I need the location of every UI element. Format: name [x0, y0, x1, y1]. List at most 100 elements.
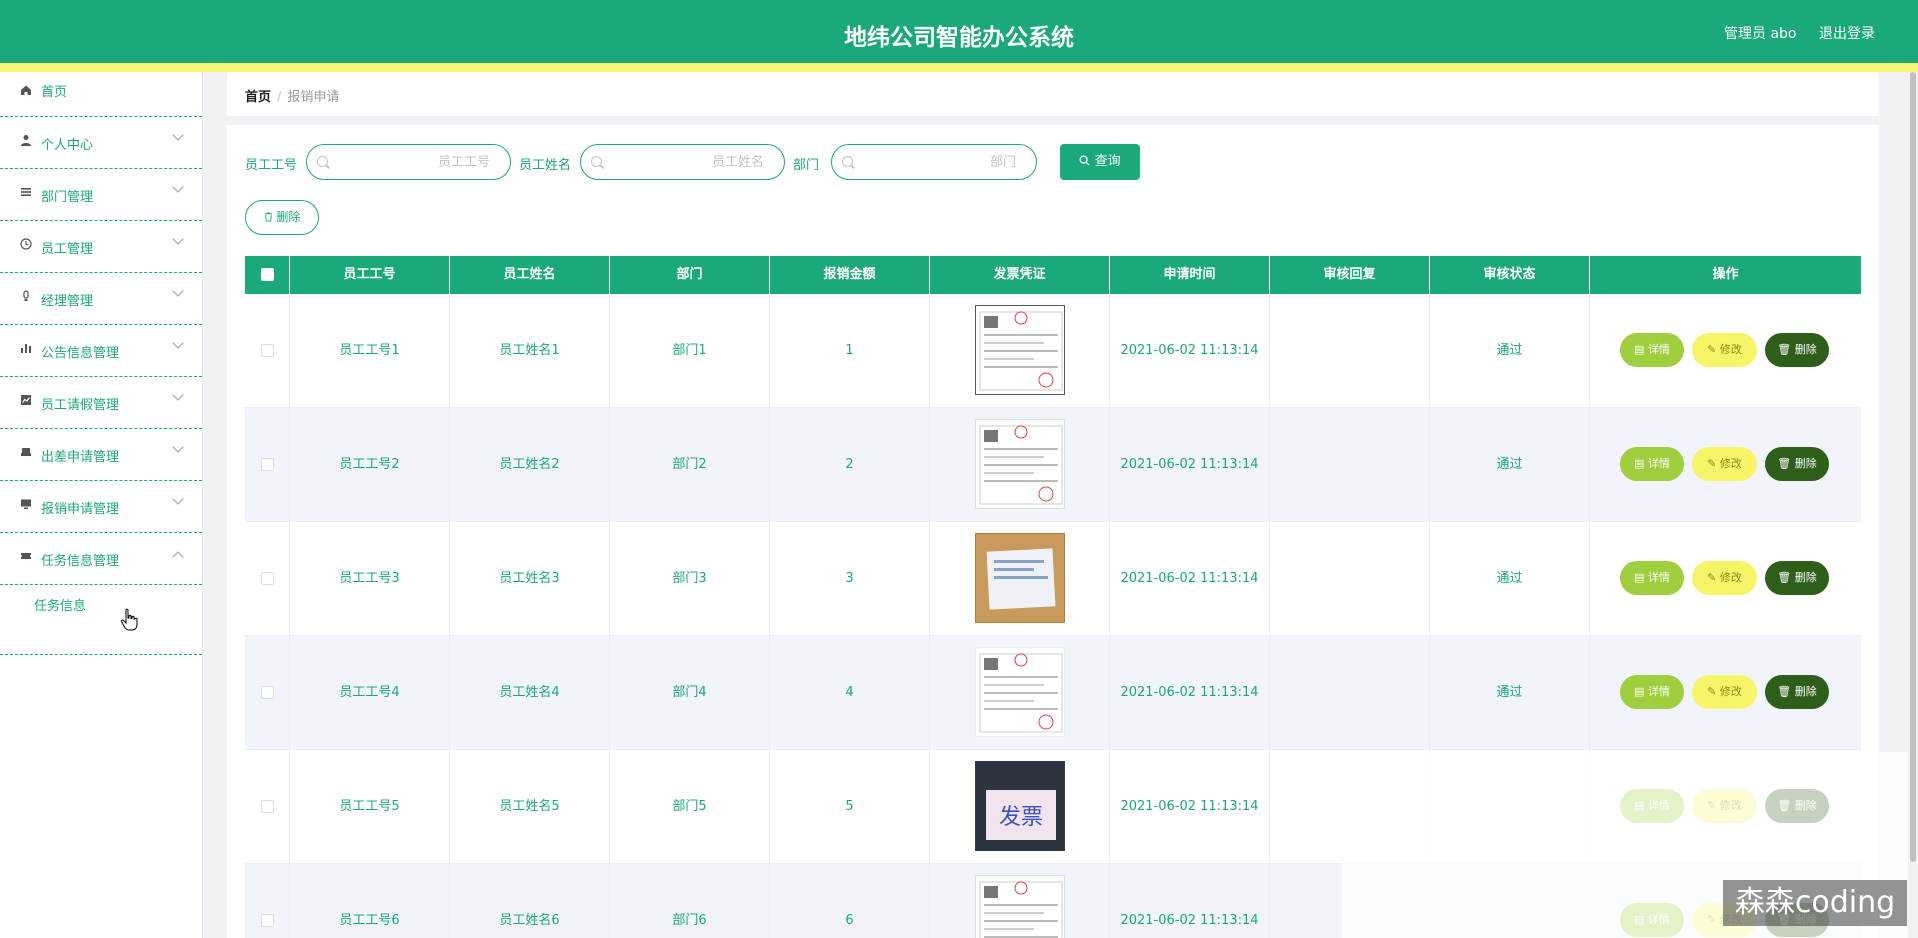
detail-label: 详情 — [1647, 457, 1670, 470]
search-input-department[interactable] — [831, 144, 1037, 180]
batch-delete-button[interactable]: 删除 — [245, 200, 319, 235]
delete-button[interactable]: 🗑 删除 — [1765, 333, 1829, 367]
header-department: 部门 — [610, 256, 770, 294]
sidebar: 首页 个人中心 部门管理 员工管理 经理管理 公告信息管理 员工请假管理 出差申… — [0, 72, 203, 938]
cell-invoice: 发票 — [930, 750, 1110, 864]
sidebar-item-employee[interactable]: 员工管理 — [0, 221, 202, 273]
row-select-cell[interactable] — [245, 636, 290, 750]
sidebar-item-notice[interactable]: 公告信息管理 — [0, 325, 202, 377]
select-all-checkbox[interactable] — [260, 268, 274, 281]
list-icon — [19, 185, 33, 199]
cell-employee-id: 员工工号3 — [290, 522, 450, 636]
invoice-image[interactable] — [975, 647, 1065, 737]
cell-employee-id: 员工工号1 — [290, 294, 450, 408]
search-icon — [317, 156, 328, 167]
cell-review-reply — [1270, 294, 1430, 408]
sidebar-item-label: 报销申请管理 — [41, 502, 120, 517]
row-checkbox[interactable] — [260, 914, 274, 927]
delete-button[interactable]: 🗑 删除 — [1765, 675, 1829, 709]
detail-button[interactable]: ▤ 详情 — [1620, 675, 1684, 709]
row-checkbox[interactable] — [260, 344, 274, 357]
sidebar-item-label: 部门管理 — [41, 190, 94, 205]
row-checkbox[interactable] — [260, 458, 274, 471]
header-select-all[interactable] — [245, 256, 290, 294]
row-checkbox[interactable] — [260, 800, 274, 813]
invoice-image[interactable] — [975, 533, 1065, 623]
query-button-label: 查询 — [1094, 154, 1121, 169]
delete-button[interactable]: 🗑 删除 — [1765, 447, 1829, 481]
sidebar-item-manager[interactable]: 经理管理 — [0, 273, 202, 325]
chevron-down-icon — [172, 285, 184, 297]
cell-review-reply — [1270, 636, 1430, 750]
query-button[interactable]: 查询 — [1060, 144, 1140, 180]
sidebar-item-business-trip[interactable]: 出差申请管理 — [0, 429, 202, 481]
top-header: 地纬公司智能办公系统 管理员 abo 退出登录 — [0, 0, 1918, 63]
header-accent-bar — [0, 63, 1918, 72]
sidebar-item-reimbursement[interactable]: 报销申请管理 — [0, 481, 202, 533]
breadcrumb: 首页 / 报销申请 — [245, 86, 339, 105]
sidebar-item-task[interactable]: 任务信息管理 — [0, 533, 202, 585]
invoice-image[interactable] — [975, 875, 1065, 938]
search-icon — [1079, 155, 1090, 166]
row-select-cell[interactable] — [245, 294, 290, 408]
submenu-item-task-info[interactable]: 任务信息 — [34, 595, 86, 614]
user-name: 管理员 abo — [1724, 26, 1797, 42]
search-input-employee-name[interactable] — [580, 144, 785, 180]
delete-label: 删除 — [1794, 685, 1817, 698]
sidebar-item-leave[interactable]: 员工请假管理 — [0, 377, 202, 429]
search-label-dept: 部门 — [793, 158, 820, 173]
cell-employee-name: 员工姓名4 — [450, 636, 610, 750]
row-checkbox[interactable] — [260, 686, 274, 699]
edit-button[interactable]: ✎ 修改 — [1692, 447, 1757, 481]
invoice-image[interactable]: 发票 — [975, 761, 1065, 851]
trash-icon: 🗑 — [1777, 343, 1795, 356]
edit-button[interactable]: ✎ 修改 — [1692, 333, 1757, 367]
detail-button[interactable]: ▤ 详情 — [1620, 333, 1684, 367]
breadcrumb-home[interactable]: 首页 — [245, 90, 271, 105]
sidebar-item-personal-center[interactable]: 个人中心 — [0, 117, 202, 169]
cell-employee-name: 员工姓名1 — [450, 294, 610, 408]
page-scrollbar[interactable] — [1908, 72, 1918, 938]
cell-invoice — [930, 864, 1110, 938]
row-select-cell[interactable] — [245, 750, 290, 864]
detail-icon: ▤ — [1634, 685, 1648, 698]
row-select-cell[interactable] — [245, 522, 290, 636]
header-invoice: 发票凭证 — [930, 256, 1110, 294]
detail-button[interactable]: ▤ 详情 — [1620, 561, 1684, 595]
scrollbar-thumb[interactable] — [1910, 72, 1916, 862]
row-actions: ▤ 详情✎ 修改🗑 删除 — [1590, 636, 1860, 750]
detail-button[interactable]: ▤ 详情 — [1620, 447, 1684, 481]
search-field-employee-id[interactable] — [335, 151, 490, 173]
row-select-cell[interactable] — [245, 864, 290, 938]
sidebar-item-label: 员工请假管理 — [41, 398, 120, 413]
sidebar-item-label: 任务信息管理 — [41, 554, 120, 569]
row-select-cell[interactable] — [245, 408, 290, 522]
logout-link[interactable]: 退出登录 — [1819, 23, 1875, 43]
chevron-down-icon — [172, 389, 184, 401]
header-amount: 报销金额 — [770, 256, 930, 294]
invoice-image[interactable] — [975, 305, 1065, 395]
search-input-employee-id[interactable] — [306, 144, 511, 180]
breadcrumb-bar: 首页 / 报销申请 — [227, 72, 1879, 116]
breadcrumb-current: 报销申请 — [287, 90, 340, 105]
row-checkbox[interactable] — [260, 572, 274, 585]
edit-button[interactable]: ✎ 修改 — [1692, 675, 1757, 709]
sidebar-item-home[interactable]: 首页 — [0, 72, 202, 117]
ticket-icon — [19, 549, 33, 563]
sidebar-item-department[interactable]: 部门管理 — [0, 169, 202, 221]
task-submenu: 任务信息 — [0, 585, 202, 655]
search-field-department[interactable] — [860, 151, 1016, 173]
trash-icon — [264, 212, 272, 222]
user-icon — [19, 133, 33, 147]
cell-department: 部门6 — [610, 864, 770, 938]
cell-amount: 3 — [770, 522, 930, 636]
chevron-down-icon — [172, 233, 184, 245]
chevron-down-icon — [172, 337, 184, 349]
delete-button[interactable]: 🗑 删除 — [1765, 561, 1829, 595]
cell-review-status: 通过 — [1430, 294, 1590, 408]
edit-button[interactable]: ✎ 修改 — [1692, 561, 1757, 595]
cell-employee-name: 员工姓名5 — [450, 750, 610, 864]
row-actions: ▤ 详情✎ 修改🗑 删除 — [1590, 408, 1860, 522]
search-field-employee-name[interactable] — [609, 151, 764, 173]
invoice-image[interactable] — [975, 419, 1065, 509]
